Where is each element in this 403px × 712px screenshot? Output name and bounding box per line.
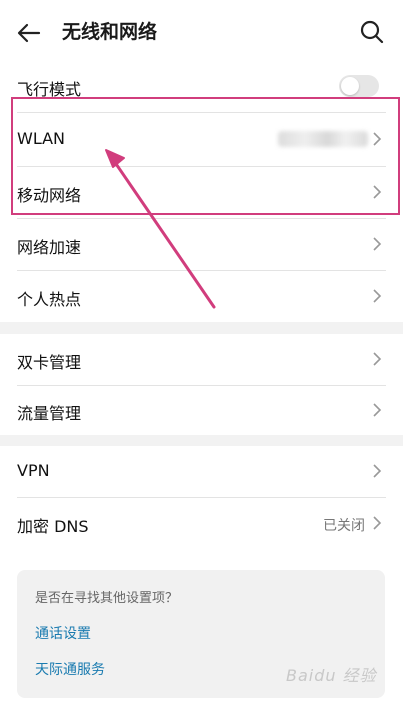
page-title: 无线和网络	[62, 21, 158, 43]
chevron-right-icon	[373, 516, 382, 530]
section-gap	[0, 435, 403, 446]
link-call-settings[interactable]: 通话设置	[35, 623, 91, 643]
row-label: 流量管理	[17, 404, 82, 423]
chevron-right-icon	[373, 237, 382, 251]
search-icon	[360, 20, 384, 44]
link-skytone-service[interactable]: 天际通服务	[35, 659, 105, 679]
app-header: 无线和网络	[0, 0, 403, 64]
search-button[interactable]	[358, 18, 386, 46]
divider	[17, 166, 386, 167]
row-label: WLAN	[17, 129, 66, 148]
settings-row-encrypted-dns[interactable]: 加密 DNS 已关闭	[0, 497, 403, 550]
settings-row-hotspot[interactable]: 个人热点	[0, 270, 403, 322]
toggle-knob	[341, 77, 359, 95]
suggestion-prompt: 是否在寻找其他设置项？	[35, 591, 179, 606]
chevron-right-icon	[373, 352, 382, 366]
row-label: 加密 DNS	[17, 517, 89, 536]
row-value: 已关闭	[323, 518, 365, 534]
settings-row-vpn[interactable]: VPN	[0, 446, 403, 497]
settings-row-data-usage[interactable]: 流量管理	[0, 385, 403, 435]
row-label: VPN	[17, 461, 50, 480]
settings-row-dual-sim[interactable]: 双卡管理	[0, 334, 403, 385]
back-arrow-icon	[17, 23, 41, 43]
settings-row-network-acceleration[interactable]: 网络加速	[0, 218, 403, 270]
obscured-wifi-name	[278, 131, 368, 147]
section-gap	[0, 322, 403, 334]
airplane-mode-toggle[interactable]	[339, 75, 379, 97]
row-label: 网络加速	[17, 238, 82, 257]
divider	[17, 218, 386, 219]
chevron-right-icon	[373, 132, 382, 146]
row-label: 移动网络	[17, 186, 82, 205]
row-label: 飞行模式	[17, 80, 82, 99]
divider	[17, 270, 386, 271]
divider	[17, 385, 386, 386]
chevron-right-icon	[373, 403, 382, 417]
divider	[17, 112, 386, 113]
chevron-right-icon	[373, 185, 382, 199]
row-label: 双卡管理	[17, 353, 82, 372]
chevron-right-icon	[373, 464, 382, 478]
watermark: Baidu 经验	[286, 666, 377, 685]
divider	[17, 497, 386, 498]
row-label: 个人热点	[17, 290, 82, 309]
settings-row-mobile-network[interactable]: 移动网络	[0, 166, 403, 218]
chevron-right-icon	[373, 289, 382, 303]
back-button[interactable]	[14, 18, 44, 48]
